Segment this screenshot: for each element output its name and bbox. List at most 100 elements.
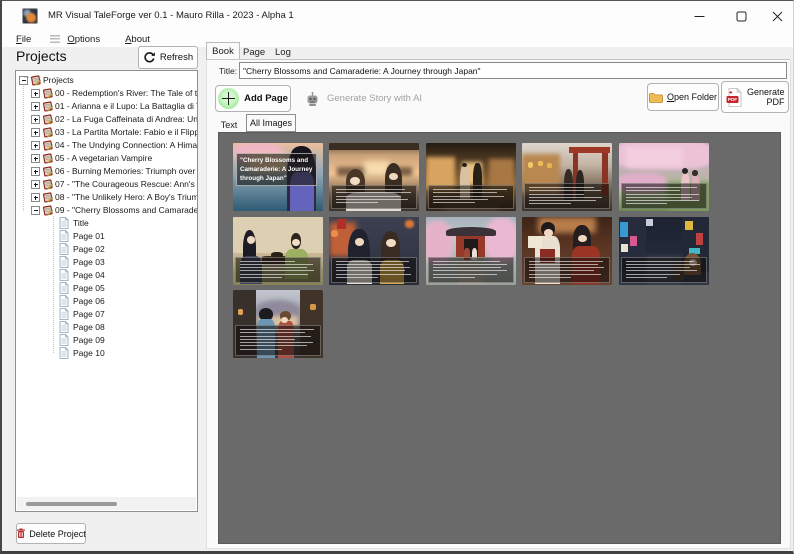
refresh-icon: [143, 51, 156, 64]
thumbnail-caption: [235, 256, 321, 283]
close-button[interactable]: [757, 1, 794, 31]
tree-item-05-a-vegetarian-vampire[interactable]: 05 - A vegetarian Vampire: [16, 152, 197, 165]
thumbnail-torii-street[interactable]: [522, 143, 613, 211]
tree-item-01-arianna-e-il-lupo-la-battag[interactable]: 01 - Arianna e il Lupo: La Battaglia di …: [16, 100, 197, 113]
expand-icon[interactable]: [31, 102, 40, 111]
generate-pdf-button[interactable]: PDF Generate PDF: [721, 81, 789, 113]
image-shape: [620, 221, 629, 237]
expand-icon[interactable]: [31, 141, 40, 150]
page-icon: [59, 230, 71, 242]
tab-text[interactable]: Text: [212, 117, 246, 132]
tab-all-images[interactable]: All Images: [246, 114, 296, 132]
tree-item-label: Page 06: [73, 296, 105, 306]
generate-pdf-label: Generate PDF: [746, 86, 785, 107]
image-shape: [695, 232, 704, 246]
title-input[interactable]: [239, 62, 787, 79]
minimize-button[interactable]: [679, 1, 719, 31]
tree-item-page-10[interactable]: Page 10: [16, 347, 197, 360]
tree-item-03-la-partita-mortale-fabio-e-[interactable]: 03 - La Partita Mortale: Fabio e il Flip…: [16, 126, 197, 139]
expand-icon[interactable]: [31, 89, 40, 98]
journal-icon: [42, 204, 54, 216]
tree-horizontal-scrollbar[interactable]: [17, 497, 196, 510]
menu-item-about[interactable]: About: [119, 33, 156, 46]
tree-item-08-the-unlikely-hero-a-boy-s-t[interactable]: 08 - "The Unlikely Hero: A Boy's Trium: [16, 191, 197, 204]
tree-item-06-burning-memories-triumph-ov[interactable]: 06 - Burning Memories: Triumph over D: [16, 165, 197, 178]
app-window: MR Visual TaleForge ver 0.1 - Mauro Rill…: [0, 0, 794, 554]
journal-icon: [42, 113, 54, 125]
tree-connector: [54, 77, 59, 78]
pdf-icon: PDF: [726, 87, 742, 107]
image-shape: [645, 219, 653, 227]
tree-item-projects[interactable]: Projects: [16, 74, 197, 87]
tree-item-page-05[interactable]: Page 05: [16, 282, 197, 295]
journal-icon: [42, 152, 54, 164]
tab-log[interactable]: Log: [275, 47, 291, 58]
thumbnail-caption: [331, 256, 418, 283]
tree-item-09-cherry-blossoms-and-camarad[interactable]: 09 - "Cherry Blossoms and Camaraderi: [16, 204, 197, 217]
expand-icon[interactable]: [31, 193, 40, 202]
tree-item-page-04[interactable]: Page 04: [16, 269, 197, 282]
tree-item-label: Page 05: [73, 283, 105, 293]
thumbnail-cover-river-sunset[interactable]: "Cherry Blossoms and Camaraderie: A Jour…: [233, 143, 323, 211]
tree-item-label: 02 - La Fuga Caffeinata di Andrea: Un: [55, 114, 198, 124]
tree-item-page-07[interactable]: Page 07: [16, 308, 197, 321]
scrollbar-thumb[interactable]: [26, 502, 117, 506]
thumbnail-caption: [620, 183, 707, 209]
expand-icon[interactable]: [31, 115, 40, 124]
thumbnail-room-sunset-two-girls[interactable]: [329, 143, 420, 211]
thumbnail-blossom-garden[interactable]: [618, 143, 709, 211]
tree-item-label: 03 - La Partita Mortale: Fabio e il Flip…: [55, 127, 198, 137]
thumbnail-ryokan-corridor[interactable]: [425, 143, 516, 211]
thumbnail-kimono-women-interior[interactable]: [522, 216, 613, 285]
thumbnail-temple-blossoms[interactable]: [425, 216, 516, 285]
journal-icon: [42, 165, 54, 177]
open-folder-label: Open Folder: [666, 92, 718, 102]
tree-item-02-la-fuga-caffeinata-di-andre[interactable]: 02 - La Fuga Caffeinata di Andrea: Un: [16, 113, 197, 126]
page-icon: [59, 282, 71, 294]
window-title: MR Visual TaleForge ver 0.1 - Mauro Rill…: [48, 10, 294, 21]
projects-tree[interactable]: Projects 00 - Redemption's River: The Tal…: [15, 70, 198, 512]
delete-project-button[interactable]: Delete Project: [16, 523, 86, 544]
tab-book[interactable]: Book: [206, 42, 240, 60]
thumbnail-village-dusk[interactable]: [233, 290, 323, 358]
thumbnail-caption: [524, 183, 611, 209]
tree-item-07-the-courageous-rescue-ann-s[interactable]: 07 - "The Courageous Rescue: Ann's: [16, 178, 197, 191]
tree-item-04-the-undying-connection-a-hi[interactable]: 04 - The Undying Connection: A Hima: [16, 139, 197, 152]
collapse-icon[interactable]: [31, 206, 40, 215]
generate-story-button[interactable]: Generate Story with AI: [305, 85, 422, 112]
tree-item-title[interactable]: Title: [16, 217, 197, 230]
thumbnail-tea-room[interactable]: [233, 216, 323, 285]
page-icon: [59, 321, 71, 333]
plus-icon: [218, 88, 240, 109]
expand-icon[interactable]: [31, 167, 40, 176]
tree-item-page-01[interactable]: Page 01: [16, 230, 197, 243]
tree-item-page-08[interactable]: Page 08: [16, 321, 197, 334]
menu-item-options[interactable]: Options: [61, 33, 106, 46]
thumbnail-caption: [620, 256, 707, 283]
expand-icon[interactable]: [31, 154, 40, 163]
tree-item-label: Page 09: [73, 335, 105, 345]
image-shape: [386, 238, 396, 248]
thumbnail-neon-city-night[interactable]: [618, 216, 709, 285]
menu-item-file[interactable]: File: [10, 33, 37, 46]
tree-item-page-06[interactable]: Page 06: [16, 295, 197, 308]
image-shape: [354, 237, 365, 246]
image-shape: [488, 159, 514, 188]
tab-page[interactable]: Page: [243, 47, 265, 58]
thumbnail-night-street-girls[interactable]: [329, 216, 420, 285]
tree-item-page-09[interactable]: Page 09: [16, 334, 197, 347]
tree-item-page-03[interactable]: Page 03: [16, 256, 197, 269]
thumbnail-caption: [427, 185, 514, 209]
page-icon: [59, 243, 71, 255]
tree-item-page-02[interactable]: Page 02: [16, 243, 197, 256]
tree-item-00-redemption-s-river-the-tale[interactable]: 00 - Redemption's River: The Tale of t: [16, 87, 197, 100]
page-icon: [59, 269, 71, 281]
open-folder-button[interactable]: Open Folder: [647, 83, 719, 111]
all-images-panel: "Cherry Blossoms and Camaraderie: A Jour…: [218, 132, 781, 544]
expand-icon[interactable]: [31, 128, 40, 137]
expand-icon[interactable]: [31, 180, 40, 189]
refresh-button[interactable]: Refresh: [138, 46, 198, 69]
add-page-button[interactable]: Add Page: [215, 85, 291, 112]
image-shape: [685, 220, 694, 231]
maximize-button[interactable]: [721, 1, 761, 31]
